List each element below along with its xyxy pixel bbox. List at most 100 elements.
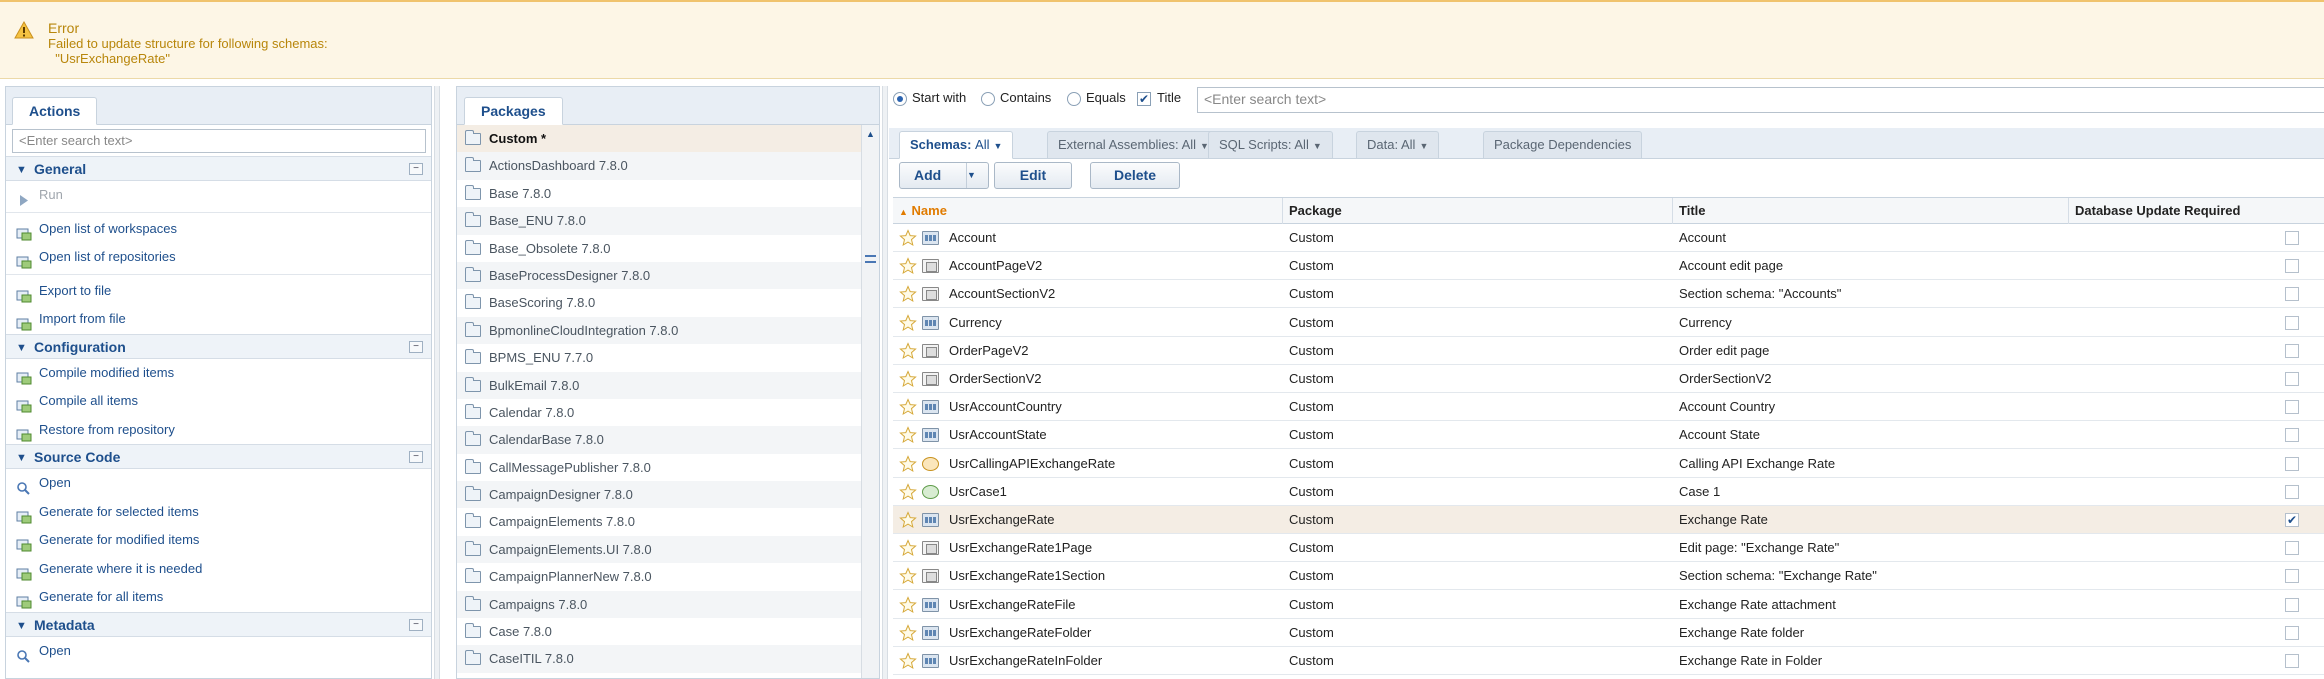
- group-header-configuration[interactable]: ▼ Configuration −: [6, 333, 431, 361]
- table-row[interactable]: UsrExchangeRateFile Custom Exchange Rate a…: [893, 591, 2324, 619]
- action-item[interactable]: Generate where it is needed: [6, 555, 431, 584]
- favorite-star-icon[interactable]: [899, 313, 917, 332]
- table-row[interactable]: OrderPageV2 Custom Order edit page: [893, 337, 2324, 365]
- tab-data[interactable]: Data: All ▼: [1356, 131, 1440, 159]
- package-item[interactable]: BulkEmail 7.8.0: [457, 371, 861, 399]
- favorite-star-icon[interactable]: [899, 483, 917, 501]
- db-update-checkbox[interactable]: ✔: [2285, 513, 2299, 527]
- package-item[interactable]: Base_ENU 7.8.0: [457, 207, 861, 235]
- action-item[interactable]: Generate for modified items: [6, 526, 431, 555]
- package-item[interactable]: CampaignElements 7.8.0: [457, 508, 861, 535]
- favorite-star-icon[interactable]: [899, 511, 917, 529]
- splitter-left[interactable]: [434, 86, 440, 679]
- db-update-checkbox[interactable]: [2285, 400, 2299, 415]
- group-header-metadata[interactable]: ▼ Metadata −: [6, 611, 431, 639]
- table-row[interactable]: AccountSectionV2 Custom Section schema: "A…: [893, 280, 2324, 309]
- package-item[interactable]: CaseMobile 7.8.0: [457, 673, 861, 678]
- table-row[interactable]: UsrExchangeRate1Page Custom Edit page: "Ex…: [893, 534, 2324, 563]
- chevron-down-icon[interactable]: ▼: [16, 614, 27, 639]
- package-item[interactable]: Case 7.8.0: [457, 618, 861, 645]
- package-item[interactable]: BPMS_ENU 7.7.0: [457, 344, 861, 371]
- package-item[interactable]: Custom *: [457, 125, 861, 153]
- favorite-star-icon[interactable]: [899, 285, 917, 303]
- table-row[interactable]: UsrCase1 Custom Case 1: [893, 478, 2324, 506]
- table-row[interactable]: OrderSectionV2 Custom OrderSectionV2: [893, 365, 2324, 393]
- collapse-icon[interactable]: −: [409, 451, 423, 463]
- db-update-checkbox[interactable]: [2285, 343, 2299, 358]
- action-item[interactable]: Open list of repositories: [6, 243, 431, 272]
- package-item[interactable]: CampaignElements.UI 7.8.0: [457, 535, 861, 564]
- favorite-star-icon[interactable]: [899, 257, 917, 275]
- table-row[interactable]: UsrExchangeRate Custom Exchange Rate ✔: [893, 506, 2324, 534]
- action-item[interactable]: Import from file: [6, 305, 431, 334]
- action-item[interactable]: Generate for all items: [6, 583, 431, 612]
- action-item[interactable]: Open list of workspaces: [6, 215, 431, 244]
- package-item[interactable]: BaseProcessDesigner 7.8.0: [457, 261, 861, 290]
- action-item[interactable]: Compile modified items: [6, 359, 431, 388]
- action-item[interactable]: Open: [6, 637, 431, 666]
- favorite-star-icon[interactable]: [899, 370, 917, 388]
- db-update-checkbox[interactable]: [2285, 428, 2299, 443]
- favorite-star-icon[interactable]: [899, 454, 917, 473]
- table-row[interactable]: UsrExchangeRateFolder Custom Exchange Rate…: [893, 619, 2324, 647]
- tab-schemas[interactable]: Schemas: All ▼: [899, 131, 1014, 159]
- column-package[interactable]: Package: [1283, 198, 1673, 224]
- action-item[interactable]: Restore from repository: [6, 416, 431, 445]
- action-item[interactable]: Export to file: [6, 277, 431, 306]
- package-item[interactable]: CampaignDesigner 7.8.0: [457, 481, 861, 509]
- package-item[interactable]: ActionsDashboard 7.8.0: [457, 152, 861, 180]
- package-item[interactable]: CallMessagePublisher 7.8.0: [457, 454, 861, 481]
- db-update-checkbox[interactable]: [2285, 231, 2299, 245]
- tab-actions[interactable]: Actions: [12, 97, 98, 125]
- tab-package-dependencies[interactable]: Package Dependencies: [1483, 131, 1643, 159]
- collapse-icon[interactable]: −: [409, 618, 423, 631]
- actions-search-input[interactable]: <Enter search text>: [12, 129, 426, 153]
- db-update-checkbox[interactable]: [2285, 597, 2299, 612]
- table-row[interactable]: UsrAccountState Custom Account State: [893, 421, 2324, 450]
- package-item[interactable]: BaseScoring 7.8.0: [457, 289, 861, 316]
- chevron-down-icon[interactable]: ▼: [966, 163, 988, 188]
- packages-scrollbar[interactable]: ▲: [861, 125, 879, 678]
- edit-button[interactable]: Edit: [994, 162, 1072, 189]
- db-update-checkbox[interactable]: [2285, 287, 2299, 302]
- radio-equals[interactable]: [1067, 92, 1081, 106]
- package-item[interactable]: BpmonlineCloudIntegration 7.8.0: [457, 316, 861, 345]
- tab-external-assemblies[interactable]: External Assemblies: All ▼: [1047, 131, 1220, 159]
- table-row[interactable]: AccountPageV2 Custom Account edit page: [893, 252, 2324, 281]
- table-row[interactable]: Currency Custom Currency: [893, 309, 2324, 337]
- package-item[interactable]: Base 7.8.0: [457, 180, 861, 207]
- db-update-checkbox[interactable]: [2285, 541, 2299, 556]
- db-update-checkbox[interactable]: [2285, 456, 2299, 471]
- db-update-checkbox[interactable]: [2285, 569, 2299, 584]
- package-item[interactable]: Calendar 7.8.0: [457, 399, 861, 426]
- table-row[interactable]: UsrExchangeRateInFolder Custom Exchange Ra…: [893, 647, 2324, 675]
- db-update-checkbox[interactable]: [2285, 654, 2299, 668]
- favorite-star-icon[interactable]: [899, 624, 917, 642]
- collapse-icon[interactable]: −: [409, 340, 423, 353]
- column-title[interactable]: Title: [1673, 198, 2069, 224]
- db-update-checkbox[interactable]: [2285, 372, 2299, 386]
- favorite-star-icon[interactable]: [899, 567, 917, 585]
- db-update-checkbox[interactable]: [2285, 259, 2299, 274]
- favorite-star-icon[interactable]: [899, 398, 917, 416]
- tab-sql-scripts[interactable]: SQL Scripts: All ▼: [1208, 131, 1333, 159]
- title-checkbox[interactable]: ✔: [1137, 92, 1151, 106]
- table-row[interactable]: UsrExchangeRate1Section Custom Section sch…: [893, 562, 2324, 591]
- chevron-down-icon[interactable]: ▼: [16, 336, 27, 361]
- group-header-source-code[interactable]: ▼ Source Code −: [6, 444, 431, 469]
- collapse-icon[interactable]: −: [409, 163, 423, 175]
- scroll-thumb[interactable]: [865, 255, 876, 263]
- chevron-down-icon[interactable]: ▼: [16, 446, 27, 471]
- favorite-star-icon[interactable]: [899, 539, 917, 557]
- package-item[interactable]: Campaigns 7.8.0: [457, 590, 861, 619]
- table-row[interactable]: Account Custom Account: [893, 224, 2324, 252]
- splitter-right[interactable]: [882, 86, 888, 679]
- db-update-checkbox[interactable]: [2285, 625, 2299, 640]
- favorite-star-icon[interactable]: [899, 342, 917, 360]
- favorite-star-icon[interactable]: [899, 595, 917, 614]
- radio-start-with[interactable]: [893, 92, 907, 106]
- table-row[interactable]: UsrCallingAPIExchangeRate Custom Calling A…: [893, 450, 2324, 478]
- table-row[interactable]: UsrAccountCountry Custom Account Country: [893, 393, 2324, 422]
- chevron-down-icon[interactable]: ▼: [16, 158, 27, 183]
- column-db-update[interactable]: Database Update Required: [2069, 198, 2324, 224]
